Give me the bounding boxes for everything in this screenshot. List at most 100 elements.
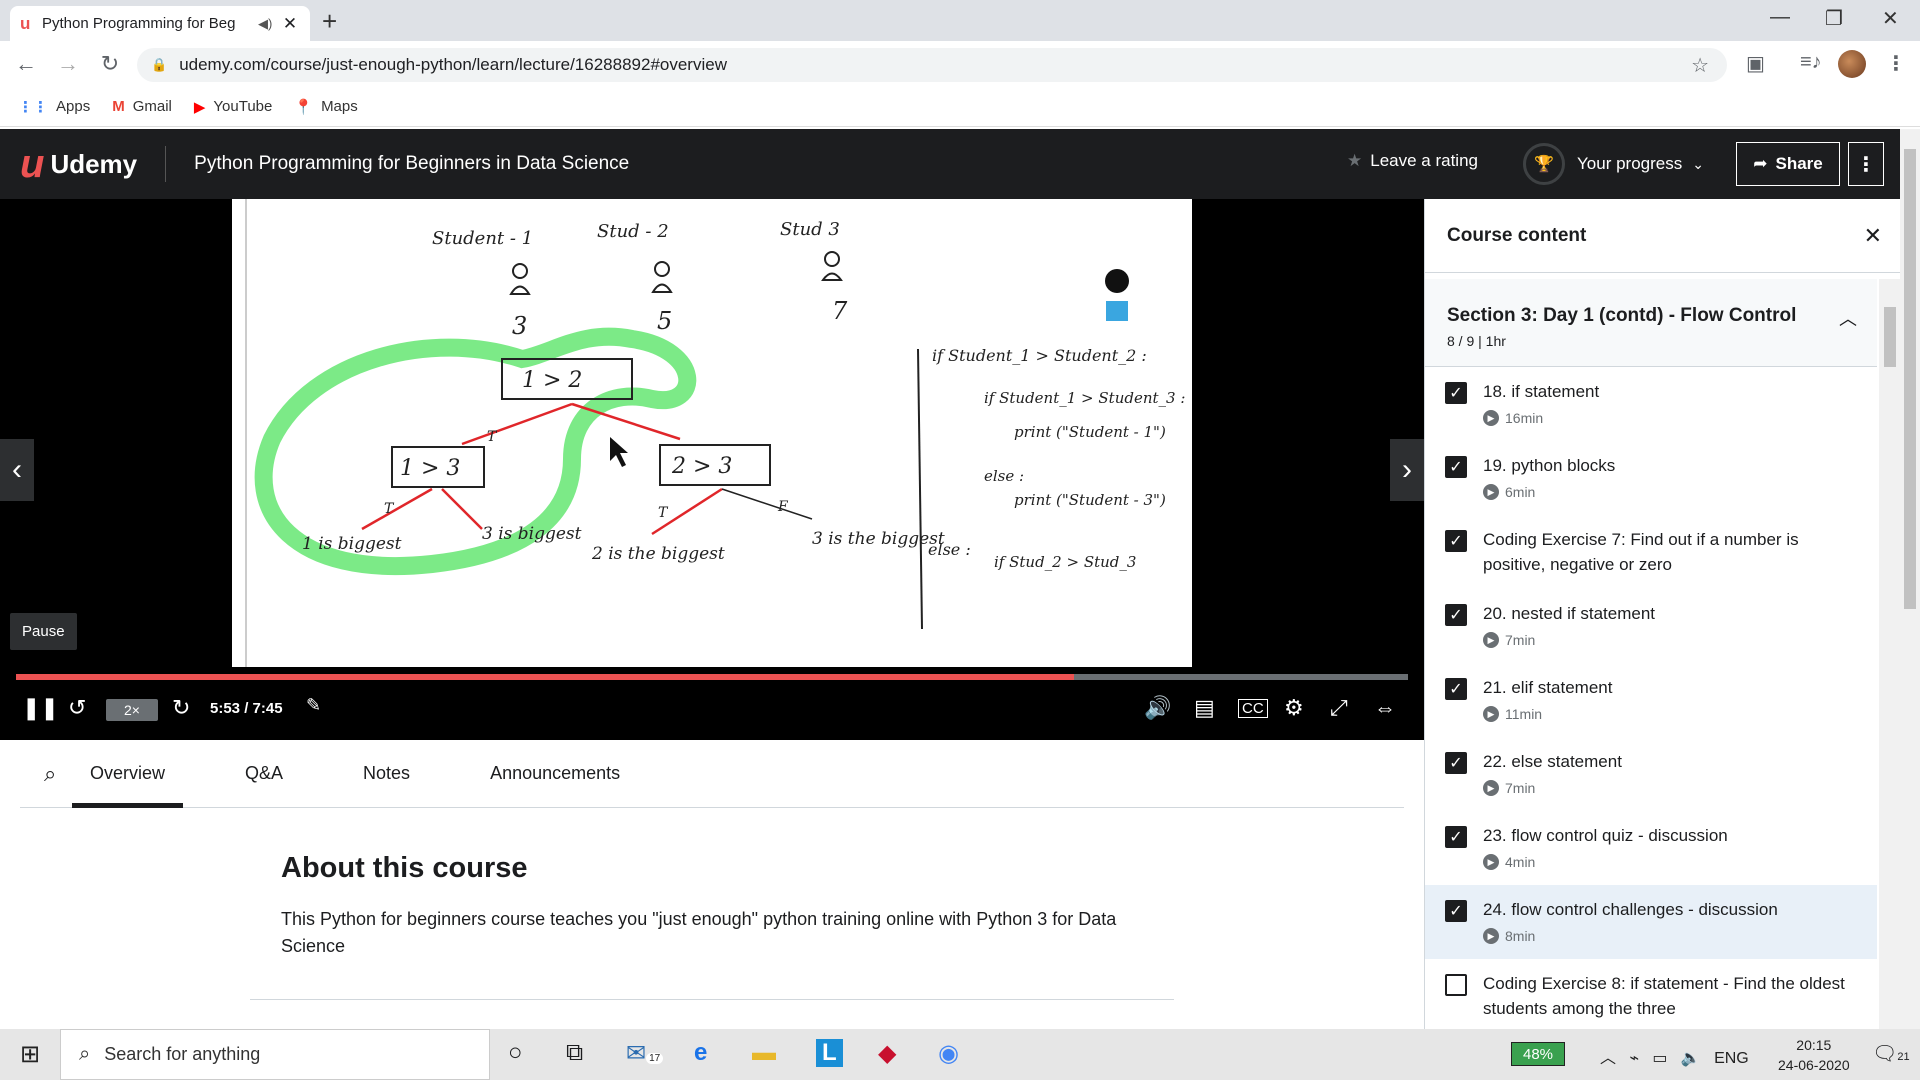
checked-checkbox-icon[interactable]: ✓ — [1445, 826, 1467, 848]
share-button[interactable]: ➦ Share — [1736, 142, 1840, 186]
next-lecture-button[interactable]: › — [1390, 439, 1424, 501]
bookmarks-bar: ⋮⋮ Apps M Gmail ▶ YouTube 📍 Maps — [0, 87, 1920, 127]
bookmark-star-icon[interactable]: ☆ — [1691, 53, 1709, 78]
sidebar-scroll-thumb[interactable] — [1884, 307, 1896, 367]
bookmark-gmail[interactable]: M Gmail — [112, 98, 172, 115]
checked-checkbox-icon[interactable]: ✓ — [1445, 530, 1467, 552]
speaker-icon[interactable]: ◀) — [258, 16, 280, 32]
student-figures — [509, 251, 843, 295]
close-sidebar-icon[interactable]: ✕ — [1864, 223, 1882, 249]
more-options-button[interactable]: ⋮ — [1848, 142, 1884, 186]
forward-icon[interactable]: → — [52, 51, 84, 77]
battery-indicator[interactable]: 48% — [1511, 1042, 1565, 1066]
lesson-item[interactable]: ✓ Coding Exercise 7: Find out if a number… — [1425, 515, 1877, 589]
restore-icon[interactable]: ❐ — [1825, 6, 1843, 31]
course-title[interactable]: Python Programming for Beginners in Data… — [194, 153, 629, 175]
cortana-icon[interactable]: ○ — [508, 1039, 523, 1067]
lesson-item[interactable]: ✓ 24. flow control challenges - discussio… — [1425, 885, 1877, 959]
rewind-icon[interactable]: ↺ — [68, 695, 86, 721]
profile-avatar[interactable] — [1838, 50, 1866, 78]
media-control-icon[interactable]: ≡♪ — [1800, 51, 1822, 74]
lesson-item[interactable]: ✓ 18. if statement ▶ 16min — [1425, 367, 1877, 441]
windows-start-icon[interactable]: ⊞ — [0, 1040, 60, 1069]
play-circle-icon: ▶ — [1483, 632, 1499, 648]
notification-center-icon[interactable]: 🗨21 — [1872, 1041, 1910, 1066]
lesson-title: 18. if statement — [1483, 382, 1600, 401]
l-app-icon[interactable]: L — [816, 1039, 843, 1067]
seek-bar[interactable] — [16, 674, 1408, 680]
taskbar-search[interactable]: ⌕ Search for anything — [60, 1029, 490, 1080]
checked-checkbox-icon[interactable]: ✓ — [1445, 456, 1467, 478]
section-header[interactable]: Section 3: Day 1 (contd) - Flow Control … — [1425, 279, 1877, 367]
page-scrollbar[interactable] — [1900, 129, 1920, 1029]
fullscreen-icon[interactable]: ⤢ — [1330, 695, 1348, 721]
mcafee-icon[interactable]: ◆ — [878, 1039, 896, 1068]
unchecked-checkbox-icon[interactable] — [1445, 974, 1467, 996]
lesson-item[interactable]: ✓ 19. python blocks ▶ 6min — [1425, 441, 1877, 515]
page-scroll-thumb[interactable] — [1904, 149, 1916, 609]
close-window-icon[interactable]: ✕ — [1882, 6, 1899, 31]
clock[interactable]: 20:15 24-06-2020 — [1778, 1035, 1850, 1075]
navigation-bar: ← → ↻ 🔒 udemy.com/course/just-enough-pyt… — [0, 41, 1920, 87]
forward-icon[interactable]: ↻ — [172, 695, 190, 721]
sidebar-scrollbar[interactable] — [1879, 279, 1900, 1029]
checked-checkbox-icon[interactable]: ✓ — [1445, 678, 1467, 700]
reload-icon[interactable]: ↻ — [94, 51, 126, 77]
checked-checkbox-icon[interactable]: ✓ — [1445, 752, 1467, 774]
extension-icon[interactable]: ▣ — [1746, 51, 1765, 76]
settings-gear-icon[interactable]: ⚙ — [1284, 695, 1304, 721]
lesson-text: 22. else statement ▶ 7min — [1483, 749, 1863, 811]
lesson-duration: ▶ 16min — [1483, 410, 1863, 426]
previous-lecture-button[interactable]: ‹ — [0, 439, 34, 501]
browser-tab[interactable]: u Python Programming for Beg ◀) ✕ — [10, 6, 310, 41]
progress-dropdown[interactable]: 🏆 Your progress ⌄ — [1523, 143, 1704, 185]
lesson-item[interactable]: ✓ 20. nested if statement ▶ 7min — [1425, 589, 1877, 663]
udemy-logo[interactable]: u Udemy — [20, 142, 137, 187]
lesson-item[interactable]: ✓ 21. elif statement ▶ 11min — [1425, 663, 1877, 737]
volume-icon[interactable]: 🔈 — [1681, 1050, 1701, 1067]
mail-icon[interactable]: ✉ 17 — [626, 1039, 664, 1068]
bookmark-youtube[interactable]: ▶ YouTube — [194, 98, 273, 116]
bookmark-apps[interactable]: ⋮⋮ Apps — [18, 98, 90, 116]
file-explorer-icon[interactable]: ▬ — [752, 1039, 776, 1067]
browser-menu-icon[interactable]: ⋮ — [1886, 51, 1906, 76]
url-text[interactable]: udemy.com/course/just-enough-python/lear… — [179, 55, 727, 75]
back-icon[interactable]: ← — [10, 51, 42, 77]
tab-notes[interactable]: Notes — [363, 740, 410, 808]
language-indicator[interactable]: ENG — [1714, 1050, 1749, 1067]
checked-checkbox-icon[interactable]: ✓ — [1445, 382, 1467, 404]
tab-announcements[interactable]: Announcements — [490, 740, 620, 808]
checked-checkbox-icon[interactable]: ✓ — [1445, 604, 1467, 626]
address-bar[interactable]: 🔒 udemy.com/course/just-enough-python/le… — [137, 48, 1727, 82]
lesson-item[interactable]: ✓ 22. else statement ▶ 7min — [1425, 737, 1877, 811]
pause-icon[interactable]: ❚❚ — [22, 695, 59, 721]
search-icon[interactable]: ⌕ — [20, 761, 90, 787]
checked-checkbox-icon[interactable]: ✓ — [1445, 900, 1467, 922]
chevron-up-icon[interactable]: ︿ — [1600, 1050, 1616, 1067]
chrome-icon[interactable]: ◉ — [938, 1039, 959, 1068]
lesson-item[interactable]: ✓ 23. flow control quiz - discussion ▶ 4min — [1425, 811, 1877, 885]
battery-icon[interactable]: ▭ — [1652, 1050, 1667, 1067]
playback-speed-button[interactable]: 2× — [106, 699, 158, 721]
tab-overview[interactable]: Overview — [71, 740, 184, 808]
captions-icon[interactable]: CC — [1238, 699, 1268, 718]
tab-qa[interactable]: Q&A — [245, 740, 283, 808]
add-note-icon[interactable]: ✎ — [306, 695, 321, 716]
expand-width-icon[interactable]: ⇔ — [1374, 695, 1396, 721]
transcript-icon[interactable]: ▤ — [1194, 695, 1215, 721]
edge-icon[interactable]: e — [694, 1039, 707, 1067]
lock-icon[interactable]: 🔒 — [151, 57, 167, 73]
close-tab-icon[interactable]: ✕ — [280, 14, 300, 34]
lesson-item[interactable]: Coding Exercise 8: if statement - Find t… — [1425, 959, 1877, 1029]
volume-icon[interactable]: 🔊 — [1144, 695, 1171, 721]
network-icon[interactable]: ⌁ — [1629, 1050, 1639, 1067]
bookmark-maps[interactable]: 📍 Maps — [294, 98, 357, 116]
task-view-icon[interactable]: ⧉ — [566, 1039, 583, 1067]
new-tab-button[interactable]: + — [322, 6, 337, 37]
minimize-icon[interactable]: — — [1770, 6, 1790, 29]
lesson-duration: ▶ 8min — [1483, 928, 1863, 944]
star-icon: ★ — [1347, 151, 1363, 170]
lesson-duration-text: 6min — [1505, 484, 1536, 500]
video-player[interactable]: Student - 1 Stud - 2 Stud 3 3 5 7 1 > 2 … — [0, 199, 1424, 740]
leave-rating-button[interactable]: ★ Leave a rating — [1347, 151, 1478, 171]
